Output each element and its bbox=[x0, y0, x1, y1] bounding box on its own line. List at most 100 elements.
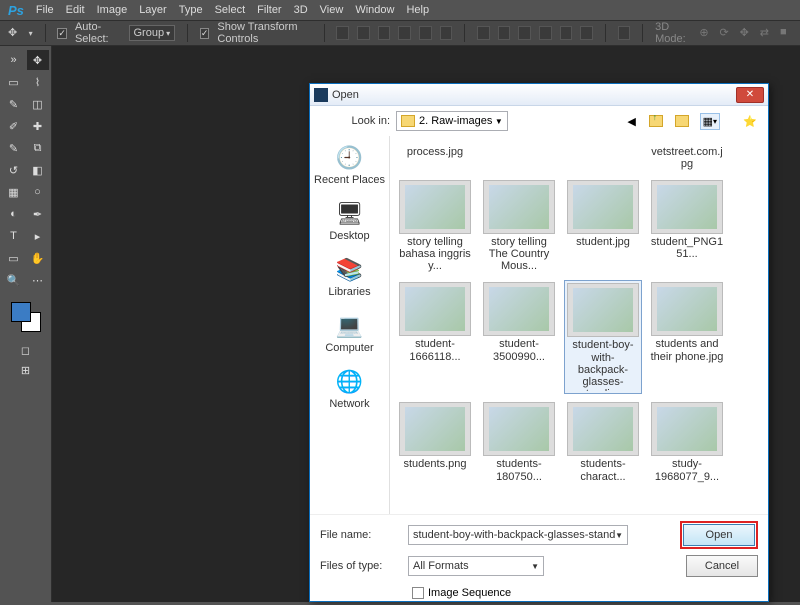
menu-image[interactable]: Image bbox=[97, 4, 128, 16]
menu-view[interactable]: View bbox=[320, 4, 344, 16]
menu-help[interactable]: Help bbox=[406, 4, 429, 16]
thumbnail bbox=[567, 180, 639, 234]
distribute-top-icon[interactable] bbox=[477, 26, 490, 40]
distribute-vcenter-icon[interactable] bbox=[498, 26, 511, 40]
file-item[interactable]: process.jpg bbox=[396, 142, 474, 172]
image-sequence-checkbox[interactable] bbox=[412, 587, 424, 599]
3d-orbit-icon[interactable]: ⊕ bbox=[699, 26, 711, 40]
eyedropper-tool[interactable]: ✐ bbox=[3, 116, 25, 136]
place-libraries[interactable]: 📚Libraries bbox=[328, 256, 370, 298]
tool-preset-arrow[interactable]: ▾ bbox=[29, 29, 33, 38]
screen-mode-icon[interactable]: ⊞ bbox=[15, 360, 37, 380]
distribute-right-icon[interactable] bbox=[580, 26, 593, 40]
show-transform-checkbox[interactable] bbox=[200, 28, 210, 39]
dodge-tool[interactable]: ◐ bbox=[3, 204, 25, 224]
align-right-icon[interactable] bbox=[440, 26, 453, 40]
marquee-tool[interactable]: ▭ bbox=[3, 72, 25, 92]
move-tool[interactable]: ✥ bbox=[27, 50, 49, 70]
file-label: student-boy-with-backpack-glasses-standi… bbox=[567, 339, 639, 391]
file-item[interactable]: student_PNG151... bbox=[648, 178, 726, 274]
color-swatch[interactable] bbox=[11, 302, 41, 332]
thumbnail bbox=[399, 402, 471, 456]
history-brush-tool[interactable]: ↺ bbox=[3, 160, 25, 180]
file-list[interactable]: process.jpg vetstreet.com.jpg story tellin… bbox=[390, 136, 768, 514]
up-button[interactable]: ↑ bbox=[648, 111, 668, 131]
distribute-left-icon[interactable] bbox=[539, 26, 552, 40]
back-button[interactable]: ◀ bbox=[622, 111, 642, 131]
menu-type[interactable]: Type bbox=[179, 4, 203, 16]
open-button[interactable]: Open bbox=[683, 524, 755, 546]
place-desktop[interactable]: 🖥Desktop bbox=[329, 200, 369, 242]
look-in-value: 2. Raw-images bbox=[419, 115, 492, 127]
blur-tool[interactable]: ○ bbox=[27, 182, 49, 202]
file-item[interactable]: story telling bahasa inggris y... bbox=[396, 178, 474, 274]
file-item[interactable]: study-1968077_9... bbox=[648, 400, 726, 484]
menu-layer[interactable]: Layer bbox=[139, 4, 167, 16]
cancel-button[interactable]: Cancel bbox=[686, 555, 758, 577]
file-item[interactable]: student-1666118... bbox=[396, 280, 474, 394]
place-recent[interactable]: 🕘Recent Places bbox=[314, 144, 385, 186]
file-item[interactable]: story telling The Country Mous... bbox=[480, 178, 558, 274]
hand-tool[interactable]: ✋ bbox=[27, 248, 49, 268]
expand-panel-icon[interactable]: » bbox=[3, 50, 25, 70]
dialog-titlebar[interactable]: Open ✕ bbox=[310, 84, 768, 106]
3d-roll-icon[interactable]: ⟳ bbox=[719, 26, 731, 40]
menu-window[interactable]: Window bbox=[355, 4, 394, 16]
place-network[interactable]: 🌐Network bbox=[329, 368, 369, 410]
menu-filter[interactable]: Filter bbox=[257, 4, 281, 16]
shape-tool[interactable]: ▭ bbox=[3, 248, 25, 268]
align-vcenter-icon[interactable] bbox=[357, 26, 370, 40]
quick-mask-icon[interactable]: ◻ bbox=[15, 340, 37, 360]
view-menu-button[interactable]: ▦▾ bbox=[700, 113, 720, 130]
align-bottom-icon[interactable] bbox=[378, 26, 391, 40]
zoom-tool[interactable]: 🔍 bbox=[3, 270, 25, 290]
align-top-icon[interactable] bbox=[336, 26, 349, 40]
edit-toolbar[interactable]: ⋯ bbox=[27, 270, 49, 290]
favorites-button[interactable]: ⭐ bbox=[740, 111, 760, 131]
file-item[interactable]: student.jpg bbox=[564, 178, 642, 274]
distribute-hcenter-icon[interactable] bbox=[560, 26, 573, 40]
3d-zoom-icon[interactable]: ■ bbox=[780, 26, 792, 40]
menu-file[interactable]: File bbox=[36, 4, 54, 16]
look-in-dropdown[interactable]: 2. Raw-images ▼ bbox=[396, 111, 508, 131]
3d-pan-icon[interactable]: ✥ bbox=[740, 26, 752, 40]
new-folder-button[interactable] bbox=[674, 111, 694, 131]
file-label: story telling bahasa inggris y... bbox=[398, 236, 472, 272]
distribute-bottom-icon[interactable] bbox=[518, 26, 531, 40]
healing-tool[interactable]: ✚ bbox=[27, 116, 49, 136]
file-name-field[interactable]: student-boy-with-backpack-glasses-standi… bbox=[408, 525, 628, 545]
files-of-type-dropdown[interactable]: All Formats▼ bbox=[408, 556, 544, 576]
menu-3d[interactable]: 3D bbox=[294, 4, 308, 16]
clone-tool[interactable]: ⧉ bbox=[27, 138, 49, 158]
3d-mode-label: 3D Mode: bbox=[655, 21, 691, 45]
file-item[interactable]: students.png bbox=[396, 400, 474, 484]
file-item[interactable]: student-boy-with-backpack-glasses-standi… bbox=[564, 280, 642, 394]
close-button[interactable]: ✕ bbox=[736, 87, 764, 103]
lasso-tool[interactable]: ⌇ bbox=[27, 72, 49, 92]
auto-select-checkbox[interactable] bbox=[57, 28, 67, 39]
3d-slide-icon[interactable]: ⇄ bbox=[760, 26, 772, 40]
file-label: vetstreet.com.jpg bbox=[650, 146, 724, 170]
auto-select-dropdown[interactable]: Group▾ bbox=[129, 25, 176, 41]
eraser-tool[interactable]: ◧ bbox=[27, 160, 49, 180]
file-item[interactable]: students and their phone.jpg bbox=[648, 280, 726, 394]
pen-tool[interactable]: ✒ bbox=[27, 204, 49, 224]
file-item[interactable]: students-charact... bbox=[564, 400, 642, 484]
file-item[interactable]: vetstreet.com.jpg bbox=[648, 142, 726, 172]
crop-tool[interactable]: ◫ bbox=[27, 94, 49, 114]
align-hcenter-icon[interactable] bbox=[419, 26, 432, 40]
file-item[interactable]: students-180750... bbox=[480, 400, 558, 484]
open-button-highlight: Open bbox=[680, 521, 758, 549]
menu-edit[interactable]: Edit bbox=[66, 4, 85, 16]
brush-tool[interactable]: ✎ bbox=[3, 138, 25, 158]
place-computer[interactable]: 💻Computer bbox=[325, 312, 373, 354]
menu-select[interactable]: Select bbox=[215, 4, 246, 16]
foreground-color[interactable] bbox=[11, 302, 31, 322]
auto-align-icon[interactable] bbox=[618, 26, 631, 40]
path-select-tool[interactable]: ▸ bbox=[27, 226, 49, 246]
gradient-tool[interactable]: ▦ bbox=[3, 182, 25, 202]
file-item[interactable]: student-3500990... bbox=[480, 280, 558, 394]
type-tool[interactable]: T bbox=[3, 226, 25, 246]
quick-select-tool[interactable]: ✎ bbox=[3, 94, 25, 114]
align-left-icon[interactable] bbox=[398, 26, 411, 40]
